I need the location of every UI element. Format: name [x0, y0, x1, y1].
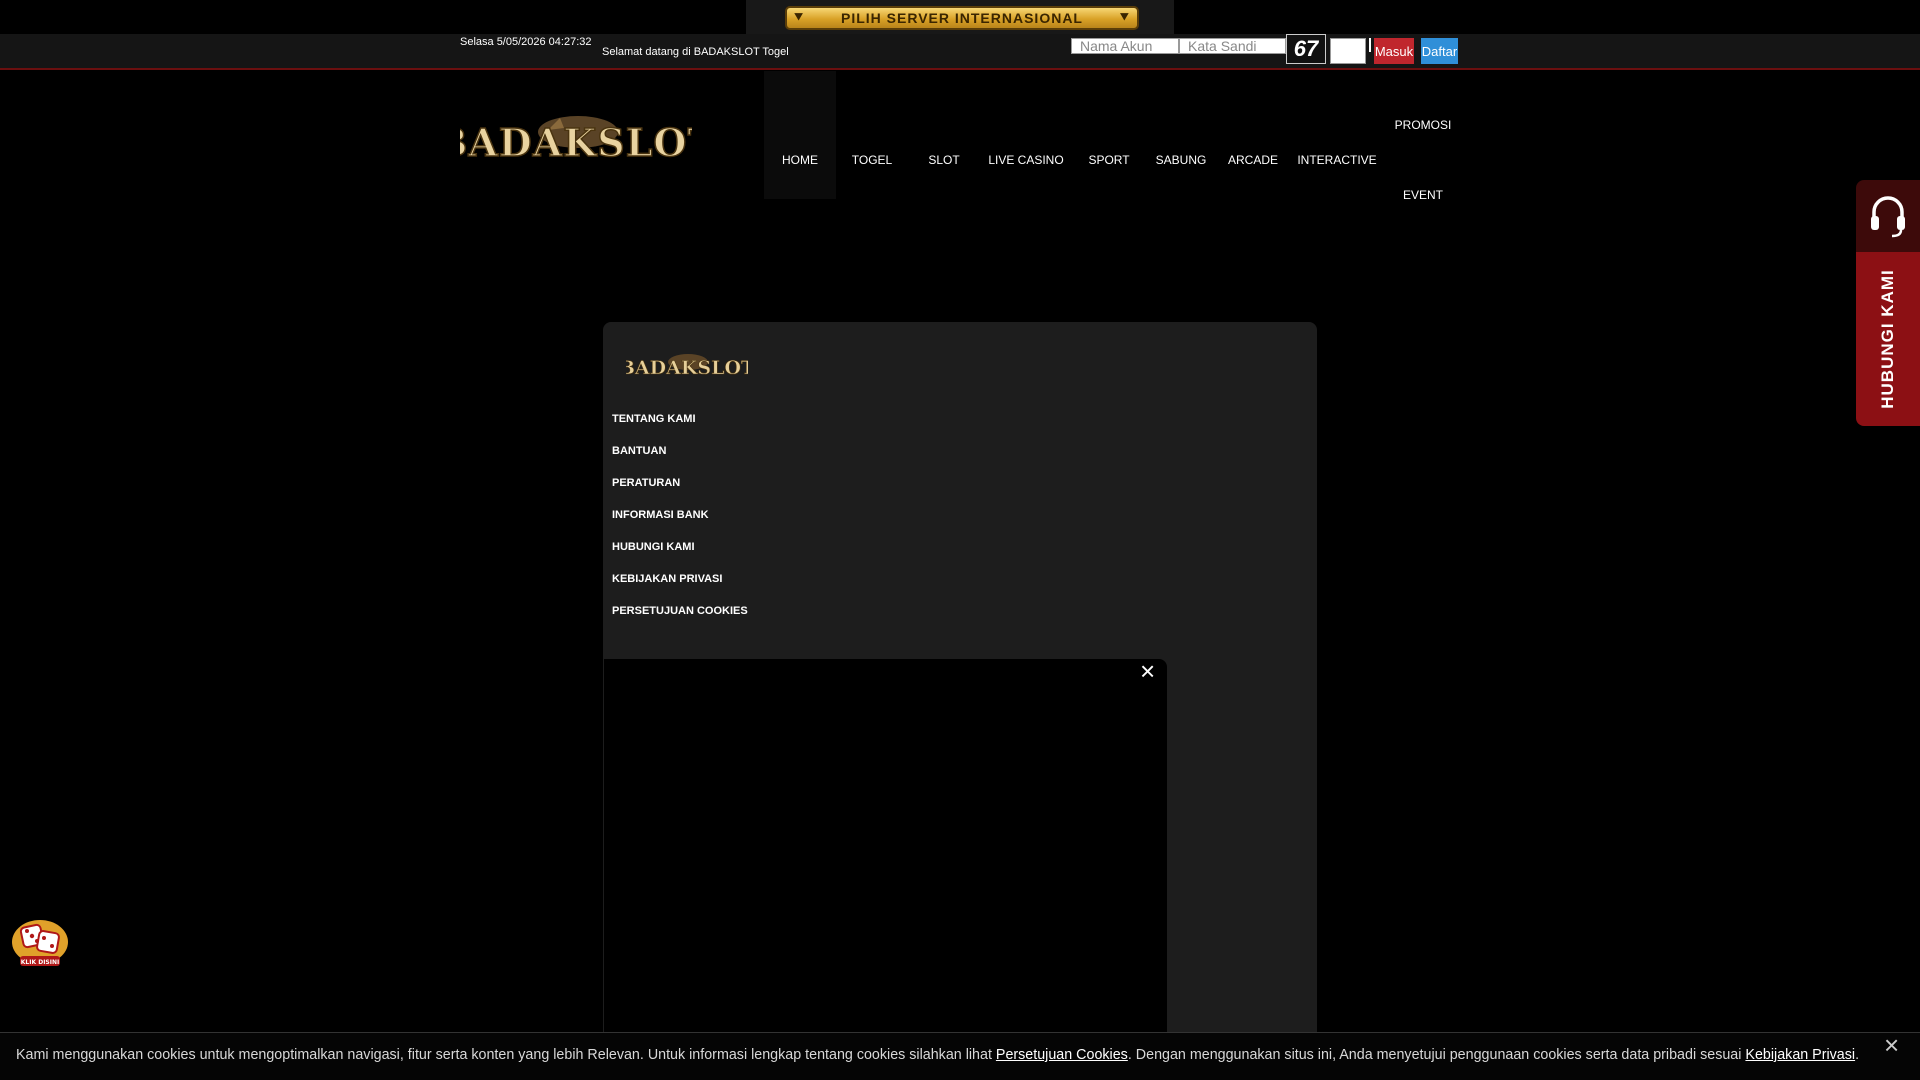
site-logo[interactable]: BADAKSLOT: [460, 110, 692, 170]
password-input[interactable]: [1179, 38, 1286, 54]
footer-link-bantuan[interactable]: BANTUAN: [612, 445, 666, 457]
privacy-policy-link[interactable]: Kebijakan Privasi: [1745, 1047, 1855, 1063]
cookie-text-part: Kami menggunakan cookies untuk mengoptim…: [16, 1047, 996, 1063]
nav-event[interactable]: EVENT: [1388, 188, 1458, 202]
headset-icon[interactable]: [1856, 180, 1920, 252]
nav-live-casino[interactable]: LIVE CASINO: [982, 153, 1070, 167]
footer-logo-text: BADAKSLOT: [626, 357, 748, 379]
dice-promo-icon[interactable]: KLIK DISINI: [8, 912, 72, 970]
logo-text: BADAKSLOT: [460, 120, 692, 165]
footer-link-informasi-bank[interactable]: INFORMASI BANK: [612, 509, 709, 521]
cookie-consent-link[interactable]: Persetujuan Cookies: [996, 1047, 1128, 1063]
nav-slot[interactable]: SLOT: [914, 153, 974, 167]
nav-sport[interactable]: SPORT: [1078, 153, 1140, 167]
nav-promosi[interactable]: PROMOSI: [1388, 118, 1458, 132]
footer-logo: BADAKSLOT: [626, 354, 748, 379]
server-select-button[interactable]: ⯆ PILIH SERVER INTERNASIONAL ⯆: [785, 6, 1139, 30]
nav-arcade[interactable]: ARCADE: [1220, 153, 1286, 167]
chevron-down-icon: ⯆: [1118, 9, 1131, 25]
video-popup: [604, 659, 1167, 1080]
footer-link-tentang-kami[interactable]: TENTANG KAMI: [612, 413, 696, 425]
nav-home[interactable]: HOME: [764, 153, 836, 167]
close-icon[interactable]: ×: [1884, 1030, 1899, 1061]
server-select-label: PILIH SERVER INTERNASIONAL: [841, 10, 1083, 26]
nav-interactive[interactable]: INTERACTIVE: [1290, 153, 1384, 167]
footer-link-persetujuan-cookies[interactable]: PERSETUJUAN COOKIES: [612, 605, 748, 617]
promo-label: KLIK DISINI: [21, 959, 59, 966]
footer-link-peraturan[interactable]: PERATURAN: [612, 477, 680, 489]
register-button[interactable]: Daftar: [1421, 38, 1458, 64]
contact-us-label: HUBUNGI KAMI: [1878, 269, 1897, 409]
footer-link-kebijakan-privasi[interactable]: KEBIJAKAN PRIVASI: [612, 573, 722, 585]
cookie-text: Kami menggunakan cookies untuk mengoptim…: [16, 1047, 1859, 1063]
username-input[interactable]: [1071, 38, 1179, 54]
login-bar: [0, 34, 1920, 70]
contact-us-tab[interactable]: HUBUNGI KAMI: [1856, 252, 1920, 426]
captcha-input[interactable]: [1330, 38, 1366, 64]
close-icon[interactable]: ×: [1140, 656, 1155, 687]
login-button[interactable]: Masuk: [1374, 38, 1414, 64]
chevron-down-icon: ⯆: [793, 9, 806, 25]
nav-sabung[interactable]: SABUNG: [1148, 153, 1214, 167]
welcome-text: Selamat datang di BADAKSLOT Togel: [602, 46, 789, 58]
nav-togel[interactable]: TOGEL: [842, 153, 902, 167]
captcha-image: 67: [1286, 34, 1326, 64]
cookie-text-part: . Dengan menggunakan situs ini, Anda men…: [1127, 1047, 1746, 1063]
footer-link-hubungi-kami[interactable]: HUBUNGI KAMI: [612, 541, 695, 553]
nav-active-bg: [764, 71, 836, 199]
captcha-refresh-icon[interactable]: [1369, 38, 1371, 52]
datetime: Selasa 5/05/2026 04:27:32: [460, 36, 592, 48]
cookie-text-part: .: [1855, 1047, 1860, 1063]
